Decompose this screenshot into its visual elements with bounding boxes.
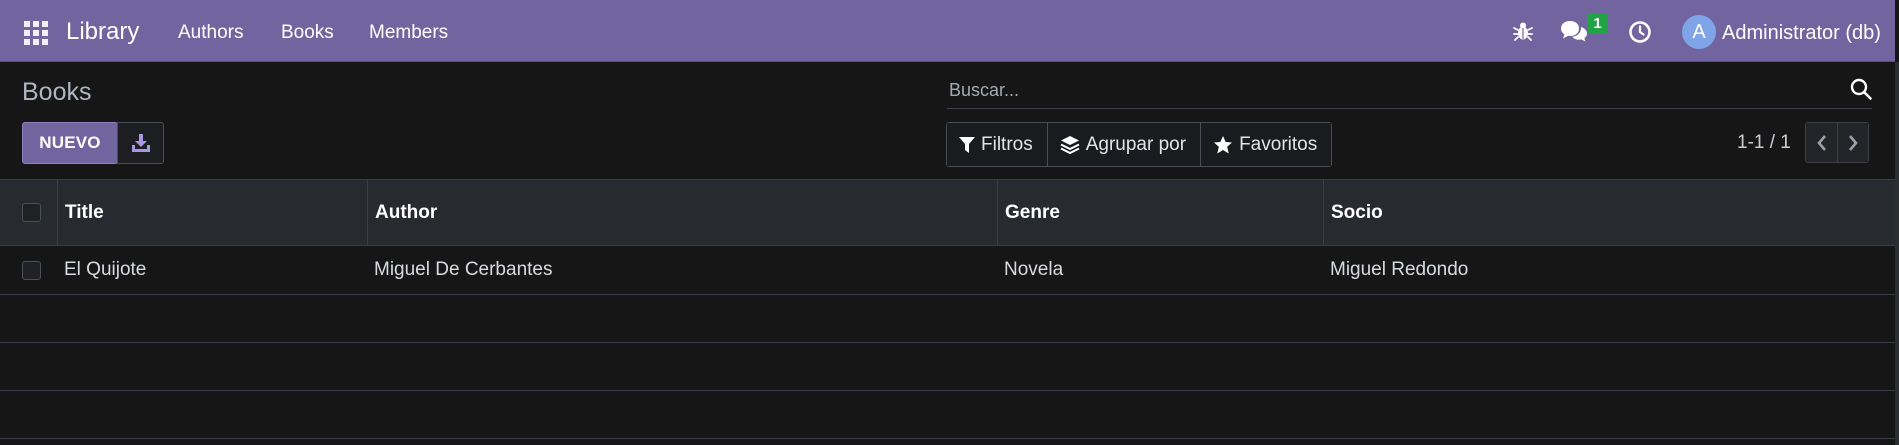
search-bar [947, 74, 1872, 109]
group-by-label: Agrupar por [1085, 133, 1187, 155]
empty-row [0, 295, 1895, 343]
group-by-button[interactable]: Agrupar por [1046, 123, 1201, 166]
new-button[interactable]: NUEVO [22, 122, 118, 164]
pager-next-button[interactable] [1837, 123, 1868, 162]
download-button[interactable] [117, 122, 164, 164]
column-header-genre[interactable]: Genre [997, 180, 1324, 246]
layers-icon [1060, 135, 1080, 154]
column-header-socio[interactable]: Socio [1323, 180, 1895, 246]
row-checkbox[interactable] [22, 261, 41, 280]
menu-item-books[interactable]: Books [281, 22, 334, 44]
books-list: Title Author Genre Socio El Quijote Migu… [0, 179, 1895, 439]
column-header-author[interactable]: Author [367, 180, 998, 246]
empty-row [0, 391, 1895, 439]
odoo-app: Library Authors Books Members 1 A Admini… [0, 0, 1899, 445]
download-icon [131, 134, 150, 152]
table-header: Title Author Genre Socio [0, 179, 1895, 246]
page-title: Books [22, 78, 92, 106]
pager-buttons [1805, 122, 1869, 163]
filters-label: Filtros [981, 133, 1033, 155]
favorites-label: Favoritos [1239, 133, 1318, 155]
filters-button[interactable]: Filtros [947, 123, 1047, 166]
top-navbar: Library Authors Books Members 1 A Admini… [0, 0, 1895, 62]
app-brand[interactable]: Library [66, 18, 139, 46]
menu-item-members[interactable]: Members [369, 22, 448, 44]
avatar[interactable]: A [1682, 15, 1716, 49]
star-icon [1214, 135, 1233, 153]
cell-title: El Quijote [64, 259, 147, 280]
cell-author: Miguel De Cerbantes [374, 259, 553, 280]
favorites-button[interactable]: Favoritos [1200, 123, 1332, 166]
chevron-right-icon [1849, 134, 1858, 151]
cell-genre: Novela [1004, 259, 1064, 280]
select-all-checkbox[interactable] [22, 203, 41, 222]
clock-icon[interactable] [1628, 20, 1652, 49]
column-header-title[interactable]: Title [57, 180, 368, 246]
pager-previous-button[interactable] [1806, 123, 1837, 162]
pager-value[interactable]: 1-1 / 1 [1737, 132, 1791, 154]
bug-icon[interactable] [1512, 20, 1534, 47]
table-row[interactable]: El Quijote Miguel De Cerbantes Novela Mi… [0, 246, 1895, 295]
empty-row [0, 343, 1895, 391]
search-input[interactable] [947, 74, 1827, 106]
search-options: Filtros Agrupar por Favoritos [946, 122, 1333, 167]
filter-icon [959, 136, 975, 153]
apps-grid-icon[interactable] [20, 18, 48, 45]
messages-badge: 1 [1587, 13, 1608, 34]
cell-socio: Miguel Redondo [1330, 259, 1469, 280]
search-icon[interactable] [1849, 77, 1873, 106]
menu-item-authors[interactable]: Authors [178, 22, 243, 44]
chevron-left-icon [1816, 134, 1826, 151]
user-menu[interactable]: Administrator (db) [1722, 22, 1881, 45]
chat-icon[interactable] [1560, 19, 1588, 48]
scrollbar[interactable] [1895, 62, 1899, 445]
